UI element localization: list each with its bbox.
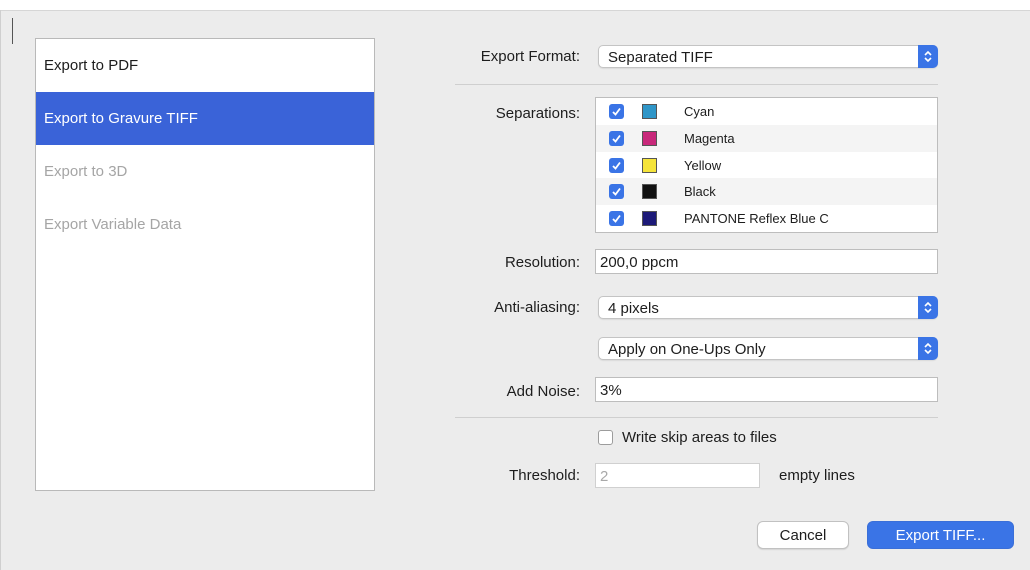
separation-name: PANTONE Reflex Blue C <box>684 211 829 227</box>
export-format-popup[interactable]: Separated TIFF <box>598 45 938 68</box>
separation-name: Black <box>684 184 716 200</box>
resolution-value: 200,0 ppcm <box>600 254 679 271</box>
separation-name: Yellow <box>684 157 722 173</box>
divider <box>455 417 938 418</box>
popup-stepper-icon <box>918 337 938 360</box>
export-format-value: Separated TIFF <box>608 49 713 66</box>
write-skip-areas-label: Write skip areas to files <box>622 429 777 446</box>
separation-row[interactable]: Magenta <box>596 124 937 152</box>
separation-row[interactable]: PANTONE Reflex Blue C <box>596 205 937 232</box>
popup-stepper-icon <box>918 296 938 319</box>
anti-aliasing-value: 4 pixels <box>608 300 659 317</box>
color-swatch <box>642 184 657 200</box>
anti-aliasing-label: Anti-aliasing: <box>494 299 580 316</box>
separation-row[interactable]: Cyan <box>596 98 937 125</box>
resolution-field[interactable]: 200,0 ppcm <box>595 249 938 274</box>
sidebar-item-export-gravure-tiff[interactable]: Export to Gravure TIFF <box>36 92 374 145</box>
separations-label: Separations: <box>495 105 580 122</box>
threshold-value: 2 <box>600 468 609 485</box>
sidebar-item-export-variable-data[interactable]: Export Variable Data <box>36 198 374 251</box>
divider <box>455 84 938 85</box>
separations-list: Cyan Magenta Yellow Black PANTONE Reflex… <box>595 97 938 233</box>
separation-row[interactable]: Yellow <box>596 152 937 179</box>
checkbox-checked-icon[interactable] <box>609 211 624 227</box>
anti-aliasing-popup[interactable]: 4 pixels <box>598 296 938 319</box>
cancel-button[interactable]: Cancel <box>757 521 849 549</box>
color-swatch <box>642 211 657 227</box>
color-swatch <box>642 157 657 173</box>
sidebar-item-export-pdf[interactable]: Export to PDF <box>36 39 374 92</box>
sidebar-item-export-3d[interactable]: Export to 3D <box>36 145 374 198</box>
write-skip-areas-checkbox[interactable] <box>598 430 613 445</box>
checkbox-checked-icon[interactable] <box>609 157 624 173</box>
threshold-label: Threshold: <box>509 467 580 484</box>
add-noise-value: 3% <box>600 382 622 399</box>
checkbox-checked-icon[interactable] <box>609 184 624 200</box>
apply-mode-value: Apply on One-Ups Only <box>608 341 766 358</box>
export-format-label: Export Format: <box>480 48 580 65</box>
threshold-field[interactable]: 2 <box>595 463 760 488</box>
window-left-edge <box>0 10 1 570</box>
threshold-suffix: empty lines <box>779 467 855 484</box>
color-swatch <box>642 104 657 119</box>
apply-mode-popup[interactable]: Apply on One-Ups Only <box>598 337 938 360</box>
separation-name: Magenta <box>684 130 735 146</box>
resolution-label: Resolution: <box>504 254 580 271</box>
add-noise-label: Add Noise: <box>506 383 580 400</box>
color-swatch <box>642 130 657 146</box>
checkbox-checked-icon[interactable] <box>609 104 624 119</box>
window-top-edge <box>0 0 1030 11</box>
text-cursor-mark <box>12 18 13 44</box>
separation-row[interactable]: Black <box>596 178 937 206</box>
popup-stepper-icon <box>918 45 938 68</box>
checkbox-checked-icon[interactable] <box>609 130 624 146</box>
export-tiff-button[interactable]: Export TIFF... <box>867 521 1014 549</box>
export-type-list: Export to PDF Export to Gravure TIFF Exp… <box>35 38 375 491</box>
separation-name: Cyan <box>684 104 715 119</box>
add-noise-field[interactable]: 3% <box>595 377 938 402</box>
